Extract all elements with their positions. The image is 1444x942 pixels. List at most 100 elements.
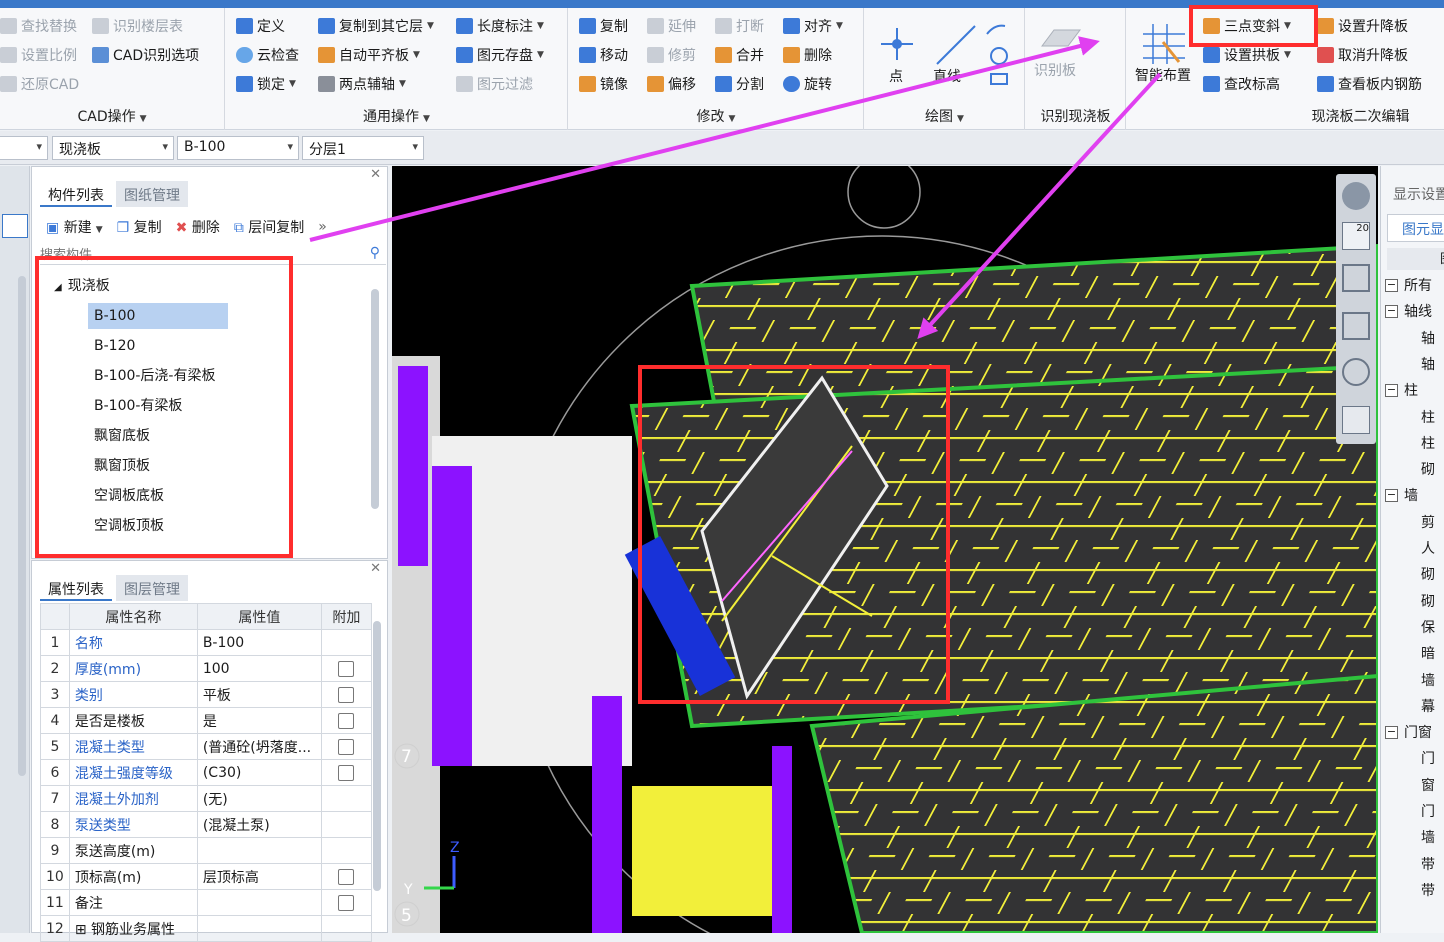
- box-view-icon[interactable]: [1342, 312, 1370, 340]
- display-row[interactable]: − 墙: [1385, 482, 1444, 508]
- collapse-icon[interactable]: −: [1385, 304, 1398, 318]
- view-rebar-button[interactable]: 查看板内钢筋: [1317, 72, 1422, 96]
- rotate-view-icon[interactable]: [1342, 358, 1370, 386]
- extra-checkbox[interactable]: [338, 764, 355, 781]
- rotate-button[interactable]: 旋转: [783, 72, 832, 96]
- left-scrollbar[interactable]: [18, 276, 26, 776]
- offset-button[interactable]: 偏移: [647, 72, 696, 96]
- tree-root-cast-slab[interactable]: ◢ 现浇板: [48, 273, 116, 299]
- set-up-down-slab-button[interactable]: 设置升降板: [1317, 14, 1408, 38]
- recognize-slab-button[interactable]: 识别板: [1034, 58, 1076, 82]
- collapse-icon[interactable]: −: [1385, 488, 1398, 502]
- tree-item-b100[interactable]: B-100: [88, 303, 228, 329]
- extend-button[interactable]: 延伸: [647, 14, 696, 38]
- restore-cad-button[interactable]: 还原CAD: [0, 72, 79, 96]
- property-row[interactable]: 5 混凝土类型 (普通砼(坍落度...: [40, 733, 372, 760]
- tree-item-b120[interactable]: B-120: [88, 333, 141, 359]
- length-dimension-button[interactable]: 长度标注 ▼: [456, 14, 544, 38]
- modify-group-label[interactable]: 修改 ▼: [569, 106, 863, 126]
- property-value[interactable]: [196, 915, 322, 942]
- auto-align-slab-button[interactable]: 自动平齐板 ▼: [318, 43, 420, 67]
- property-value[interactable]: [196, 837, 322, 864]
- cad-recognize-options-button[interactable]: CAD识别选项: [92, 43, 199, 67]
- property-value[interactable]: 平板: [196, 681, 322, 708]
- delete-element-button[interactable]: 删除: [783, 43, 832, 67]
- property-row[interactable]: 4 是否是楼板是: [40, 707, 372, 734]
- orbit-icon[interactable]: [1342, 182, 1370, 210]
- property-value[interactable]: (C30): [196, 759, 322, 786]
- property-row[interactable]: 1 名称 B-100: [40, 629, 372, 656]
- expand-icon[interactable]: ⊞: [75, 922, 87, 938]
- property-value[interactable]: (普通砼(坍落度...: [196, 733, 322, 760]
- display-row[interactable]: 轴: [1385, 325, 1444, 351]
- copy-component-button[interactable]: ❐ 复制: [117, 217, 162, 237]
- define-button[interactable]: 定义: [236, 14, 285, 38]
- collapse-icon[interactable]: −: [1385, 278, 1398, 292]
- nav-panel-icon[interactable]: [2, 214, 28, 238]
- property-value[interactable]: [196, 889, 322, 916]
- extra-checkbox[interactable]: [338, 660, 355, 677]
- display-row[interactable]: 柱: [1385, 430, 1444, 456]
- display-row[interactable]: 砌: [1385, 588, 1444, 614]
- display-row[interactable]: 柱: [1385, 404, 1444, 430]
- display-row[interactable]: − 柱: [1385, 377, 1444, 403]
- property-row[interactable]: 3 类别 平板: [40, 681, 372, 708]
- cad-group-label[interactable]: CAD操作 ▼: [0, 106, 224, 126]
- display-row[interactable]: 墙: [1385, 824, 1444, 850]
- close-icon[interactable]: ✕: [370, 167, 381, 182]
- property-value[interactable]: 是: [196, 707, 322, 734]
- tab-property-list[interactable]: 属性列表: [40, 575, 112, 601]
- display-row[interactable]: 带: [1385, 851, 1444, 877]
- property-row[interactable]: 8 泵送类型 (混凝土泵): [40, 811, 372, 838]
- property-value[interactable]: 层顶标高: [196, 863, 322, 890]
- close-icon[interactable]: ✕: [370, 561, 381, 576]
- element-filter-button[interactable]: 图元过滤: [456, 72, 533, 96]
- display-row[interactable]: 墙: [1385, 667, 1444, 693]
- tab-layer-management[interactable]: 图层管理: [116, 575, 188, 601]
- trim-button[interactable]: 修剪: [647, 43, 696, 67]
- property-row[interactable]: 2 厚度(mm) 100: [40, 655, 372, 682]
- component-type-select[interactable]: 现浇板: [52, 136, 174, 160]
- display-row[interactable]: 幕: [1385, 693, 1444, 719]
- lock-button[interactable]: 锁定 ▼: [236, 72, 296, 96]
- tree-item-bay-window-top[interactable]: 飘窗顶板: [88, 453, 156, 479]
- floor-select[interactable]: [0, 136, 48, 160]
- two-point-axis-button[interactable]: 两点辅轴 ▼: [318, 72, 406, 96]
- display-row[interactable]: 人: [1385, 535, 1444, 561]
- cancel-up-down-slab-button[interactable]: 取消升降板: [1317, 43, 1408, 67]
- extra-checkbox[interactable]: [338, 712, 355, 729]
- display-row[interactable]: − 所有: [1385, 272, 1444, 298]
- extra-checkbox[interactable]: [338, 686, 355, 703]
- tree-item-bay-window-bottom[interactable]: 飘窗底板: [88, 423, 156, 449]
- property-row[interactable]: 7 混凝土外加剂 (无): [40, 785, 372, 812]
- draw-line-button[interactable]: 直线: [933, 64, 961, 88]
- 2d-view-icon[interactable]: 20: [1342, 222, 1370, 250]
- split-button[interactable]: 分割: [715, 72, 764, 96]
- extra-checkbox[interactable]: [338, 738, 355, 755]
- tree-item-b100-post-cast[interactable]: B-100-后浇-有梁板: [88, 363, 221, 389]
- display-row[interactable]: − 门窗: [1385, 719, 1444, 745]
- property-value[interactable]: (无): [196, 785, 322, 812]
- display-row[interactable]: − 轴线: [1385, 298, 1444, 324]
- property-row[interactable]: 6 混凝土强度等级 (C30): [40, 759, 372, 786]
- extra-checkbox[interactable]: [338, 894, 355, 911]
- copy-to-other-floor-button[interactable]: 复制到其它层 ▼: [318, 14, 434, 38]
- display-row[interactable]: 砌: [1385, 561, 1444, 587]
- display-row[interactable]: 保: [1385, 614, 1444, 640]
- new-component-button[interactable]: ▣ 新建 ▼: [46, 217, 103, 237]
- property-row[interactable]: 11 备注: [40, 889, 372, 916]
- more-icon[interactable]: »: [318, 219, 327, 235]
- floor-copy-button[interactable]: ⧉ 层间复制: [234, 217, 304, 237]
- display-row[interactable]: 带: [1385, 877, 1444, 903]
- property-value[interactable]: 100: [196, 655, 322, 682]
- find-replace-button[interactable]: 查找替换: [0, 14, 77, 38]
- tab-component-list[interactable]: 构件列表: [40, 181, 112, 207]
- sublayer-select[interactable]: 分层1: [302, 136, 424, 160]
- tree-scrollbar[interactable]: [371, 289, 379, 509]
- property-scrollbar[interactable]: [373, 621, 381, 891]
- smart-layout-button[interactable]: 智能布置: [1135, 63, 1191, 87]
- display-row[interactable]: 剪: [1385, 509, 1444, 535]
- mirror-button[interactable]: 镜像: [579, 72, 628, 96]
- tab-drawing-management[interactable]: 图纸管理: [116, 181, 188, 207]
- change-elevation-button[interactable]: 查改标高: [1203, 72, 1280, 96]
